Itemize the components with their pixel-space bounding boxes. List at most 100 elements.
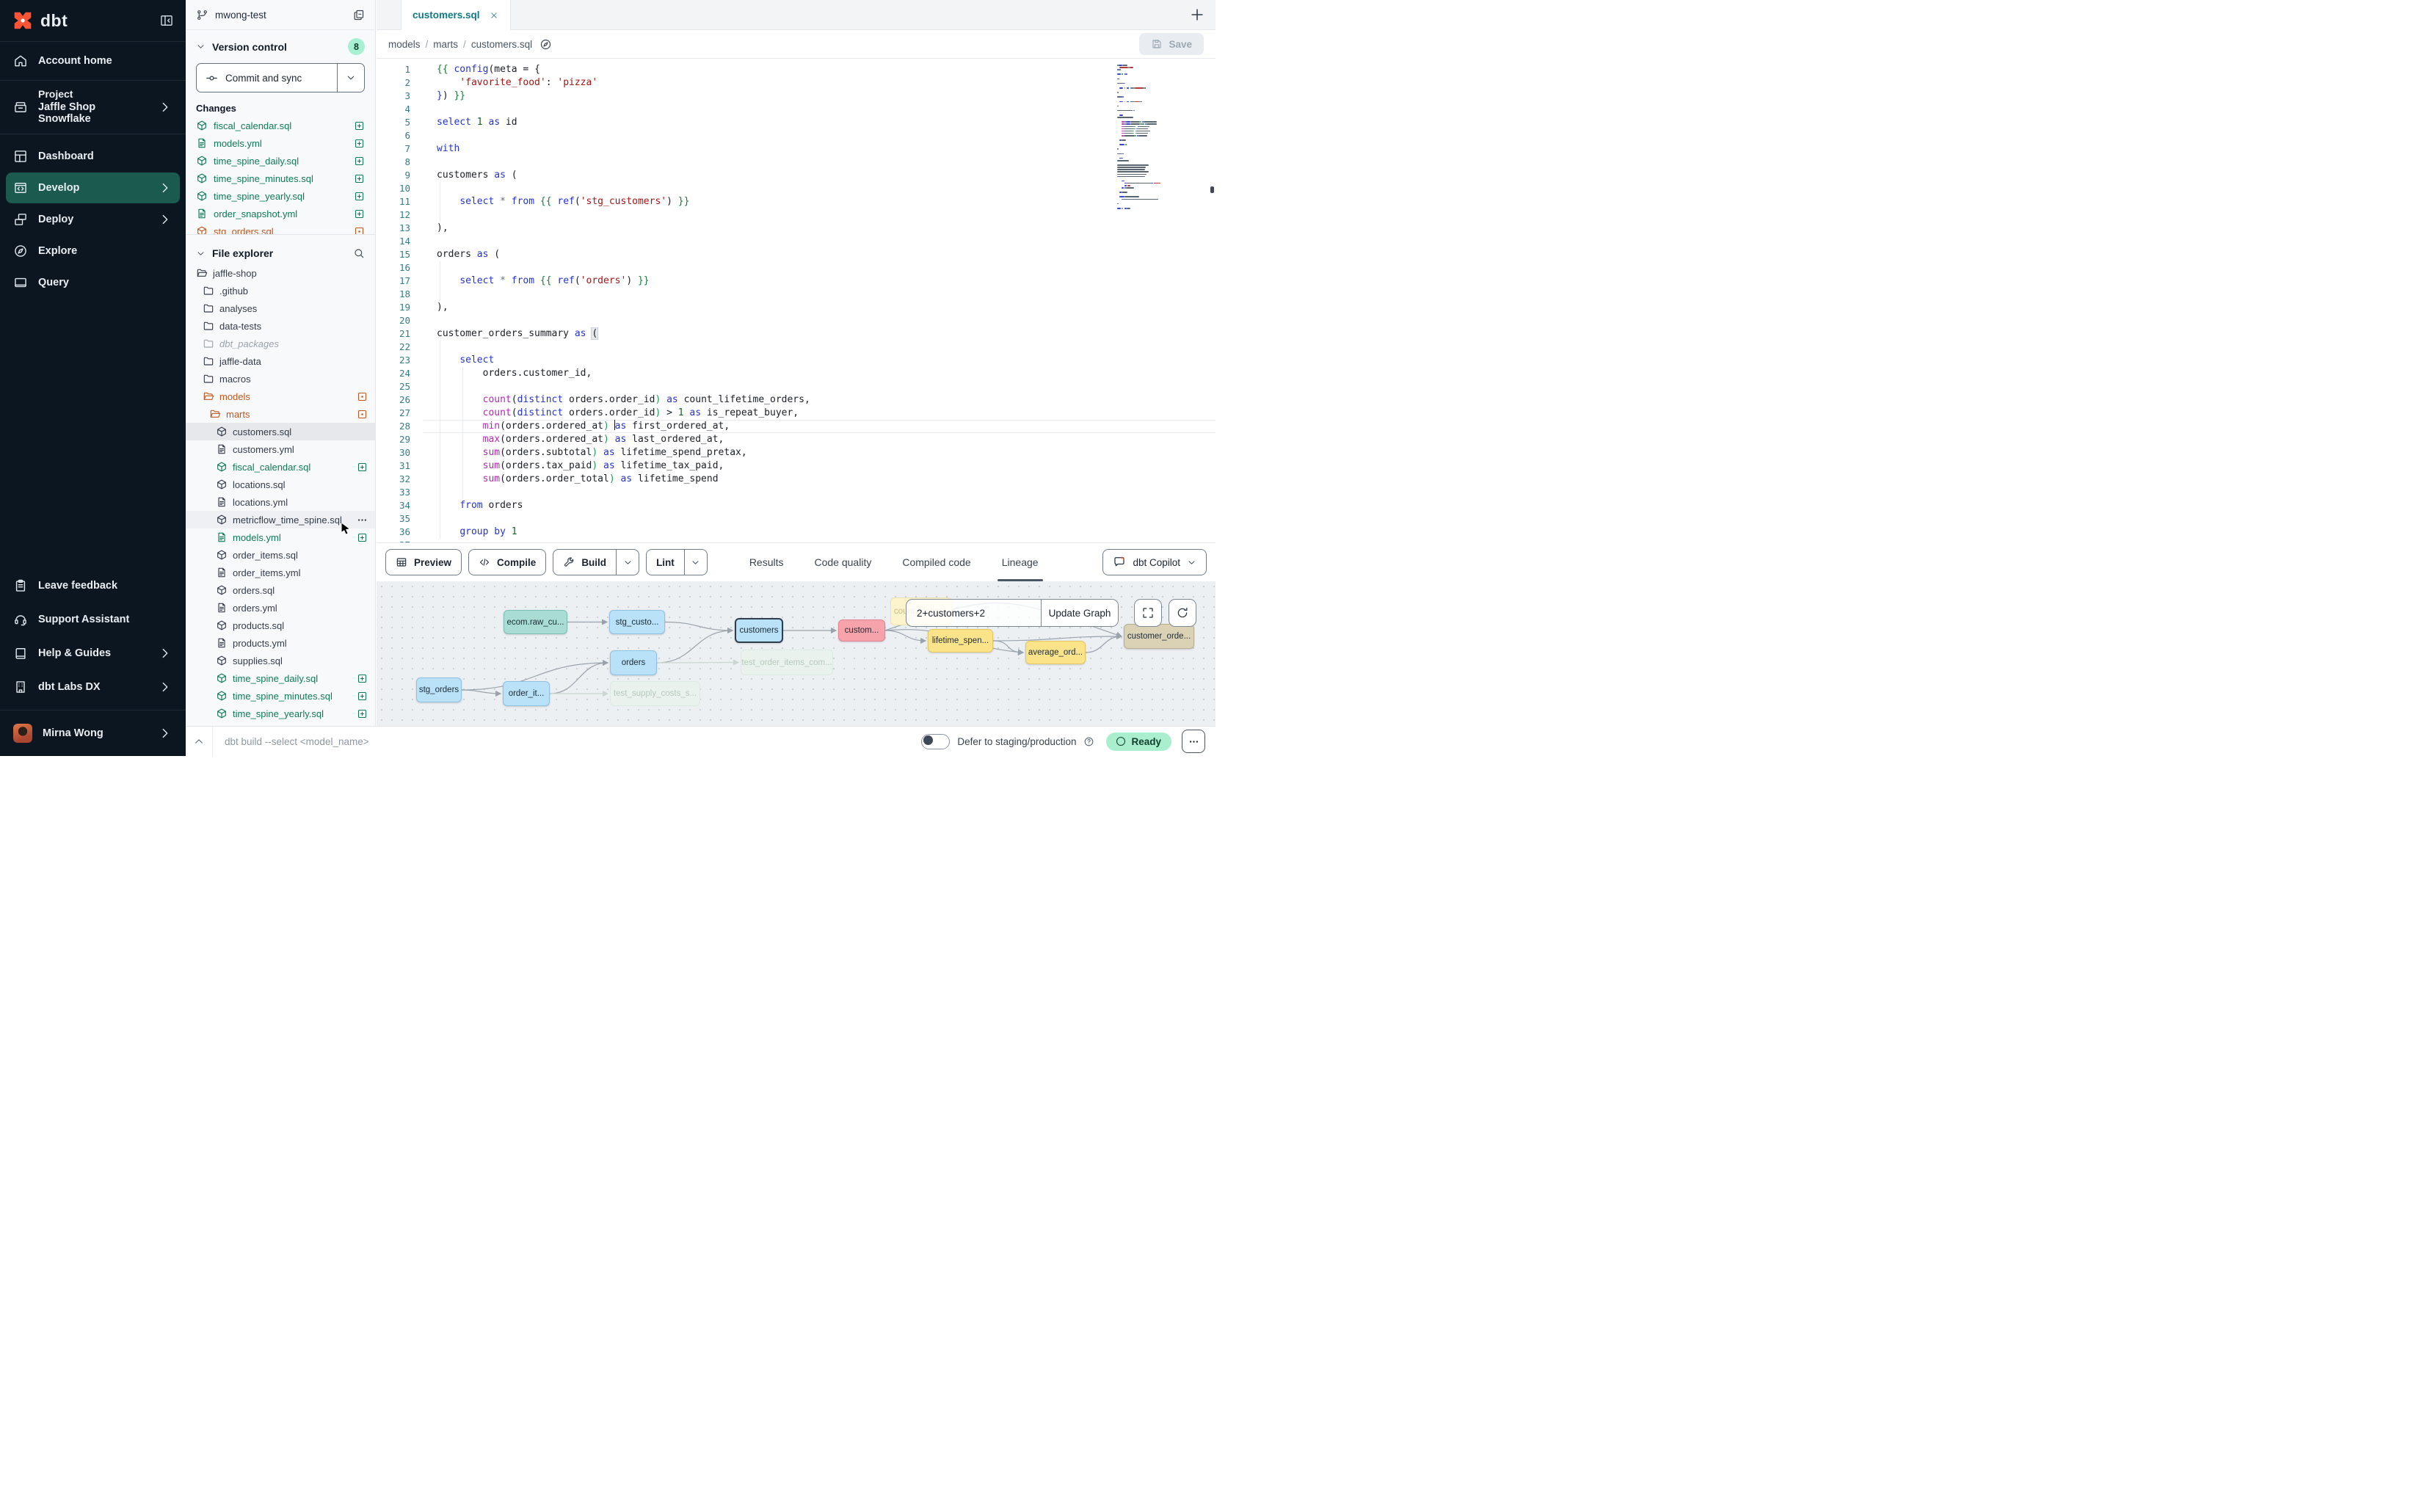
close-icon[interactable] (489, 10, 499, 21)
tree-folder-data-tests[interactable]: data-tests (186, 317, 375, 335)
build-options-button[interactable] (616, 550, 639, 575)
sidebar-item-leave-feedback[interactable]: Leave feedback (0, 569, 186, 603)
commit-and-sync-button[interactable]: Commit and sync (196, 63, 365, 92)
new-tab-button[interactable] (1189, 7, 1205, 23)
tree-file-time-spine-daily-sql[interactable]: time_spine_daily.sql (186, 669, 375, 687)
tree-file-locations-yml[interactable]: locations.yml (186, 493, 375, 511)
changed-file-row[interactable]: time_spine_daily.sql (186, 152, 375, 170)
code-pane[interactable]: {{ config(meta = { 'favorite_food': 'piz… (424, 59, 1216, 542)
lineage-compass-icon[interactable] (539, 38, 552, 51)
more-options-button[interactable] (1182, 730, 1205, 753)
build-button[interactable]: Build (553, 549, 639, 575)
tab-compiled-code[interactable]: Compiled code (902, 543, 970, 581)
changed-file-row[interactable]: time_spine_yearly.sql (186, 187, 375, 205)
breadcrumb-part[interactable]: models (388, 39, 421, 50)
tree-file-customers-sql[interactable]: customers.sql (186, 423, 375, 440)
minimap[interactable] (1117, 65, 1174, 210)
tree-file-products-yml[interactable]: products.yml (186, 634, 375, 652)
tree-folder--github[interactable]: .github (186, 282, 375, 299)
tree-folder-macros[interactable]: macros (186, 370, 375, 388)
lineage-node-stgc[interactable]: stg_custo... (609, 610, 665, 634)
tree-file-fiscal-calendar-sql[interactable]: fiscal_calendar.sql (186, 458, 375, 476)
tree-file-customers-yml[interactable]: customers.yml (186, 440, 375, 458)
tree-file-locations-sql[interactable]: locations.sql (186, 476, 375, 493)
help-circle-icon[interactable] (1083, 736, 1094, 747)
tree-folder-models[interactable]: models (186, 388, 375, 405)
branch-name[interactable]: mwong-test (215, 10, 266, 21)
update-graph-button[interactable]: Update Graph (1041, 600, 1118, 626)
compile-button[interactable]: Compile (468, 549, 546, 575)
lint-button[interactable]: Lint (646, 549, 708, 575)
sidebar-item-deploy[interactable]: Deploy (6, 204, 180, 235)
sidebar-item-help-guides[interactable]: Help & Guides (0, 636, 186, 670)
minimap-line (1117, 71, 1174, 73)
button-main[interactable]: Compile (469, 550, 545, 575)
defer-toggle[interactable] (921, 734, 950, 749)
sidebar-item-dashboard[interactable]: Dashboard (6, 141, 180, 172)
lineage-node-corde[interactable]: customer_orde... (1124, 624, 1194, 649)
refresh-button[interactable] (1169, 599, 1196, 627)
tree-file-time-spine-yearly-sql[interactable]: time_spine_yearly.sql (186, 705, 375, 722)
tree-folder-jaffle-data[interactable]: jaffle-data (186, 352, 375, 370)
tree-file-products-sql[interactable]: products.sql (186, 617, 375, 634)
changed-file-row[interactable]: models.yml (186, 134, 375, 152)
sidebar-item-explore[interactable]: Explore (6, 236, 180, 266)
changed-file-row[interactable]: order_snapshot.yml (186, 205, 375, 222)
command-input[interactable]: dbt build --select <model_name> (225, 736, 369, 747)
save-button[interactable]: Save (1139, 33, 1204, 55)
changed-file-row[interactable]: time_spine_minutes.sql (186, 170, 375, 187)
button-main[interactable]: Build (553, 550, 616, 575)
tab-lineage[interactable]: Lineage (1002, 543, 1039, 581)
tree-folder-marts[interactable]: marts (186, 405, 375, 423)
tab-code-quality[interactable]: Code quality (815, 543, 872, 581)
tree-file-orders-sql[interactable]: orders.sql (186, 581, 375, 599)
dbt-copilot-button[interactable]: dbt Copilot (1102, 549, 1207, 575)
button-main[interactable]: Lint (647, 550, 684, 575)
changed-file-row[interactable]: stg_orders.sql (186, 222, 375, 234)
lineage-node-stgo[interactable]: stg_orders (416, 677, 462, 702)
collapse-sidebar-icon[interactable] (159, 13, 174, 28)
tab-results[interactable]: Results (749, 543, 784, 581)
tree-folder-dbt-packages[interactable]: dbt_packages (186, 335, 375, 352)
sidebar-item-query[interactable]: Query (6, 267, 180, 298)
tree-file-orders-yml[interactable]: orders.yml (186, 599, 375, 617)
sidebar-item-develop[interactable]: Develop (6, 172, 180, 203)
lineage-node-oit[interactable]: order_it... (503, 681, 550, 706)
tab-customers-sql[interactable]: customers.sql (401, 0, 511, 30)
copy-icon[interactable] (352, 9, 365, 21)
scrollbar-thumb[interactable] (1210, 186, 1214, 193)
expand-command-bar-icon[interactable] (193, 735, 205, 747)
version-control-header[interactable]: Version control 8 (186, 30, 375, 60)
lineage-node-pink[interactable]: custom... (838, 619, 885, 641)
changed-file-row[interactable]: fiscal_calendar.sql (186, 117, 375, 134)
button-main[interactable]: Preview (386, 550, 461, 575)
lineage-search-input[interactable]: 2+customers+2 (906, 600, 1041, 626)
breadcrumb-part[interactable]: customers.sql (471, 39, 532, 50)
tree-file-time-spine-minutes-sql[interactable]: time_spine_minutes.sql (186, 687, 375, 705)
tree-file-supplies-sql[interactable]: supplies.sql (186, 652, 375, 669)
sidebar-item-account-home[interactable]: Account home (0, 41, 186, 81)
tree-file-order-items-sql[interactable]: order_items.sql (186, 546, 375, 564)
sidebar-item-project[interactable]: Project Jaffle Shop Snowflake (0, 81, 186, 134)
lineage-node-life[interactable]: lifetime_spen... (928, 629, 993, 653)
commit-options-button[interactable] (337, 64, 364, 92)
file-explorer-header[interactable]: File explorer (186, 239, 375, 264)
tree-file-order-items-yml[interactable]: order_items.yml (186, 564, 375, 581)
lineage-node-ord[interactable]: orders (610, 650, 657, 675)
fullscreen-button[interactable] (1134, 599, 1162, 627)
panel-splitter[interactable] (186, 234, 375, 239)
sidebar-user[interactable]: Mirna Wong (0, 710, 186, 756)
sidebar-item-support-assistant[interactable]: Support Assistant (0, 603, 186, 636)
tree-folder-analyses[interactable]: analyses (186, 299, 375, 317)
lineage-node-cust[interactable]: customers (735, 618, 783, 643)
preview-button[interactable]: Preview (385, 549, 462, 575)
code-editor[interactable]: 1234567891011121314151617181920212223242… (377, 59, 1216, 542)
lineage-canvas[interactable]: count_lifetim...ecom.raw_cu...stg_custo.… (377, 581, 1216, 727)
tree-folder-jaffle-shop[interactable]: jaffle-shop (186, 264, 375, 282)
sidebar-item-dbt-labs-dx[interactable]: dbt Labs DX (0, 670, 186, 704)
lineage-node-avg[interactable]: average_ord... (1025, 641, 1086, 664)
breadcrumb-part[interactable]: marts (433, 39, 458, 50)
lint-options-button[interactable] (684, 550, 707, 575)
lineage-node-ecom[interactable]: ecom.raw_cu... (504, 610, 567, 634)
search-icon[interactable] (353, 247, 365, 259)
